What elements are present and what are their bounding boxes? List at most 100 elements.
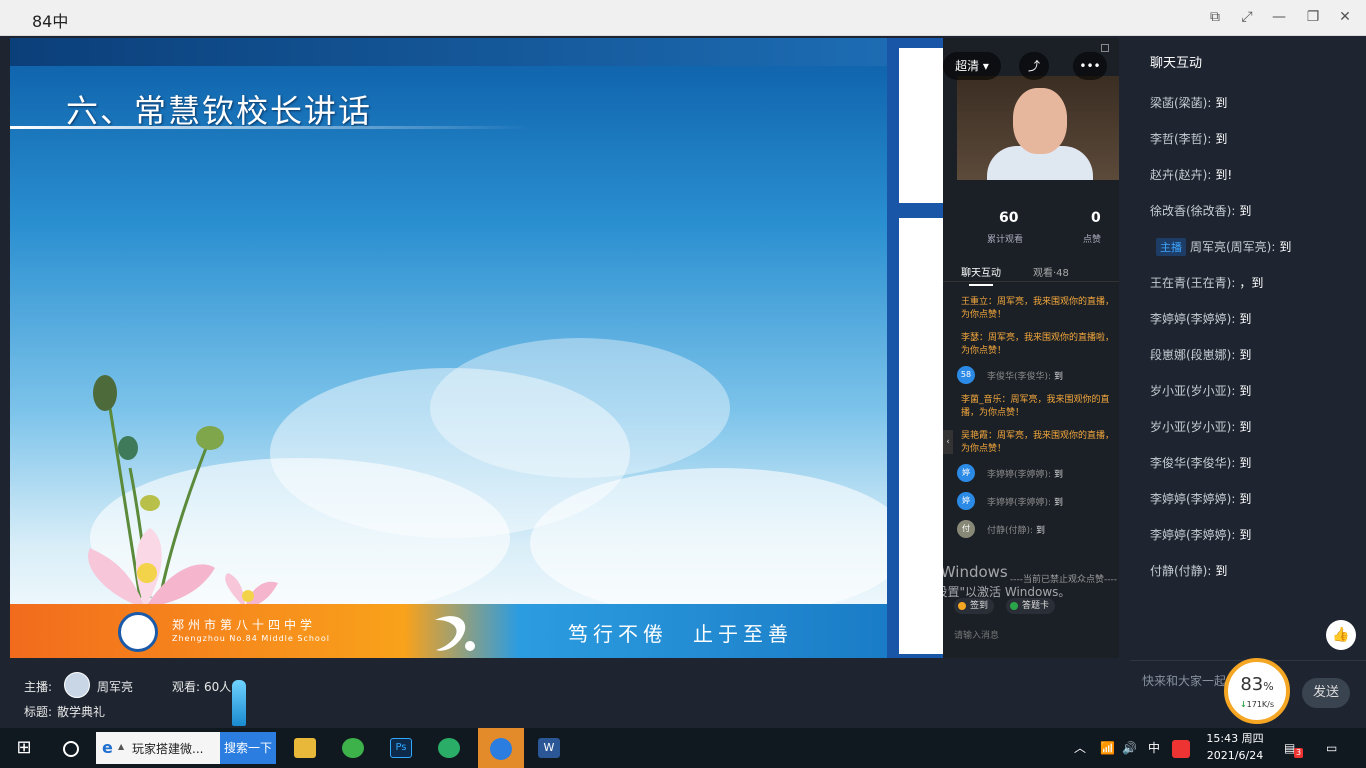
chat-text: 到 <box>1239 384 1252 398</box>
sogou-icon[interactable] <box>1172 728 1190 768</box>
volume-icon[interactable]: 🔊 <box>1122 728 1137 768</box>
side-panel <box>899 48 943 203</box>
phone-like-message: 李菌_音乐：周军亮，我来围观你的直播，为你点赞！ <box>961 395 1110 418</box>
avatar: 付 <box>957 520 975 538</box>
school-logo-icon <box>118 612 158 652</box>
answer-card-label: 答题卡 <box>1022 601 1050 611</box>
wifi-icon[interactable]: 📶 <box>1100 728 1115 768</box>
phone-join-name: 李俊华(李俊华): <box>987 372 1052 382</box>
school-motto: 笃行不倦 止于至善 <box>568 622 793 646</box>
windows-start-icon[interactable]: ⊞ <box>0 728 48 768</box>
chat-message: 李婷婷(李婷婷): 到 <box>1150 310 1251 327</box>
school-name-cn: 郑州市第八十四中学 <box>172 618 317 632</box>
host-name: 周军亮 <box>97 680 134 694</box>
chat-text: ，到 <box>1239 276 1264 290</box>
checkin-label: 签到 <box>970 601 989 611</box>
action-center-icon[interactable]: ▭ <box>1326 728 1337 768</box>
chat-message: 王在青(王在青): ，到 <box>1150 274 1263 291</box>
phone-stats: 60 累计观看 0 点赞 <box>943 206 1119 250</box>
browser-360-icon[interactable] <box>342 738 364 758</box>
chat-username: 李婷婷(李婷婷): <box>1150 492 1236 506</box>
chat-message: 岁小亚(岁小亚): 到 <box>1150 382 1251 399</box>
phone-like-message: 李瑟：周军亮，我来围观你的直播啦，为你点赞！ <box>961 333 1115 356</box>
restore-icon[interactable]: ❐ <box>1304 8 1322 26</box>
host-label: 主播: <box>24 680 53 694</box>
camera-video <box>957 76 1119 180</box>
phone-tabs: 聊天互动 观看·48 <box>943 260 1119 286</box>
chat-text: 到 <box>1215 132 1228 146</box>
wechat-icon[interactable] <box>438 738 460 758</box>
collapse-arrow-icon[interactable]: ‹ <box>943 430 953 454</box>
chat-header: 聊天互动 <box>1150 56 1203 71</box>
chat-message: 李婷婷(李婷婷): 到 <box>1150 490 1251 507</box>
live-info-bar: 主播: 周军亮 观看: 60人 标题: 散学典礼 <box>0 660 1130 728</box>
quality-dropdown[interactable]: 超清 ▾ <box>943 52 1001 80</box>
more-icon[interactable]: ••• <box>1073 52 1107 80</box>
answer-card-chip[interactable]: 答题卡 <box>1006 598 1056 614</box>
minimize-icon[interactable]: — <box>1270 8 1288 26</box>
chat-text: 到 <box>1239 348 1252 362</box>
tab-chat[interactable]: 聊天互动 <box>961 264 1001 286</box>
phone-join-text: 到 <box>1053 498 1063 508</box>
search-button[interactable]: 搜索一下 <box>220 732 276 764</box>
photoshop-icon[interactable]: Ps <box>390 738 412 758</box>
close-icon[interactable]: ✕ <box>1336 8 1354 26</box>
notification-icon[interactable]: ▤ 3 <box>1284 728 1304 768</box>
chat-username: 周军亮(周军亮): <box>1190 240 1276 254</box>
chat-username: 王在青(王在青): <box>1150 276 1236 290</box>
thumbs-up-icon[interactable]: 👍 <box>1326 620 1356 650</box>
avatar: 婷 <box>957 464 975 482</box>
cortana-search-icon[interactable] <box>48 728 94 768</box>
popout-icon[interactable] <box>1101 44 1109 52</box>
expand-icon[interactable]: ⤢ <box>1238 8 1256 26</box>
checkin-chip[interactable]: 签到 <box>954 598 995 614</box>
chat-message: 主播 周军亮(周军亮): 到 <box>1156 238 1291 256</box>
clock-date: 2021/6/24 <box>1206 749 1264 762</box>
quality-label: 超清 <box>955 59 980 73</box>
chat-username: 李婷婷(李婷婷): <box>1150 528 1236 542</box>
chat-text: 到 <box>1239 456 1252 470</box>
tray-expand-icon[interactable]: ︿ <box>1074 728 1086 768</box>
ie-tab-label: 玩家搭建微... <box>132 742 204 756</box>
phone-join-text: 到 <box>1053 372 1063 382</box>
slide-footer-band: 郑州市第八十四中学 Zhengzhou No.84 Middle School … <box>10 604 887 658</box>
viewers-label: 观看: <box>172 680 201 694</box>
chat-message: 李哲(李哲): 到 <box>1150 130 1227 147</box>
chat-message: 梁菡(梁菡): 到 <box>1150 94 1227 111</box>
chat-input[interactable]: 快来和大家一起 <box>1142 672 1226 689</box>
share-icon[interactable]: ⤴ <box>1019 52 1049 80</box>
speed-rate: 171K/s <box>1246 700 1275 709</box>
chat-text: 到 <box>1239 204 1252 218</box>
chat-username: 岁小亚(岁小亚): <box>1150 420 1236 434</box>
clock-time: 15:43 周四 <box>1206 732 1264 745</box>
live-app-icon[interactable] <box>478 728 524 768</box>
taskbar-clock[interactable]: 15:43 周四 2021/6/24 <box>1200 730 1270 764</box>
chat-message: 付静(付静): 到 <box>1150 562 1227 579</box>
pin-icon[interactable]: ⧉ <box>1206 8 1224 26</box>
word-icon[interactable]: W <box>538 738 560 758</box>
browser-search-box[interactable]: e ▲ 玩家搭建微... <box>96 732 220 764</box>
chat-message: 段崽娜(段崽娜): 到 <box>1150 346 1251 363</box>
chat-username: 李哲(李哲): <box>1150 132 1212 146</box>
file-explorer-icon[interactable] <box>294 738 316 758</box>
tab-viewers[interactable]: 观看·48 <box>1033 264 1069 279</box>
school-name-en: Zhengzhou No.84 Middle School <box>172 634 330 643</box>
watermark-line1: 激活 Windows <box>906 563 1008 581</box>
lotus-flower-illustration <box>88 375 278 608</box>
ime-indicator[interactable]: 中 <box>1148 728 1160 768</box>
phone-message-input[interactable]: 请输入消息 <box>954 628 999 641</box>
chat-text: 到 <box>1239 528 1252 542</box>
ie-icon: e <box>102 738 113 757</box>
chat-message: 赵卉(赵卉): 到! <box>1150 166 1232 183</box>
chat-text: 到 <box>1239 492 1252 506</box>
chat-text: 到 <box>1215 564 1228 578</box>
window-titlebar: 84中 ⧉ ⤢ — ❐ ✕ <box>0 0 1366 36</box>
views-label: 累计观看 <box>987 235 1024 245</box>
avatar: 婷 <box>957 492 975 510</box>
phone-join-name: 付静(付静): <box>987 526 1034 536</box>
send-button[interactable]: 发送 <box>1302 678 1350 708</box>
viewers-count: 60人 <box>204 680 232 694</box>
phone-like-message: 吴艳霞：周军亮，我来围观你的直播，为你点赞！ <box>961 431 1115 454</box>
phone-join-text: 到 <box>1053 470 1063 480</box>
phone-notice: ----当前已禁止观众点赞---- <box>1010 575 1117 585</box>
